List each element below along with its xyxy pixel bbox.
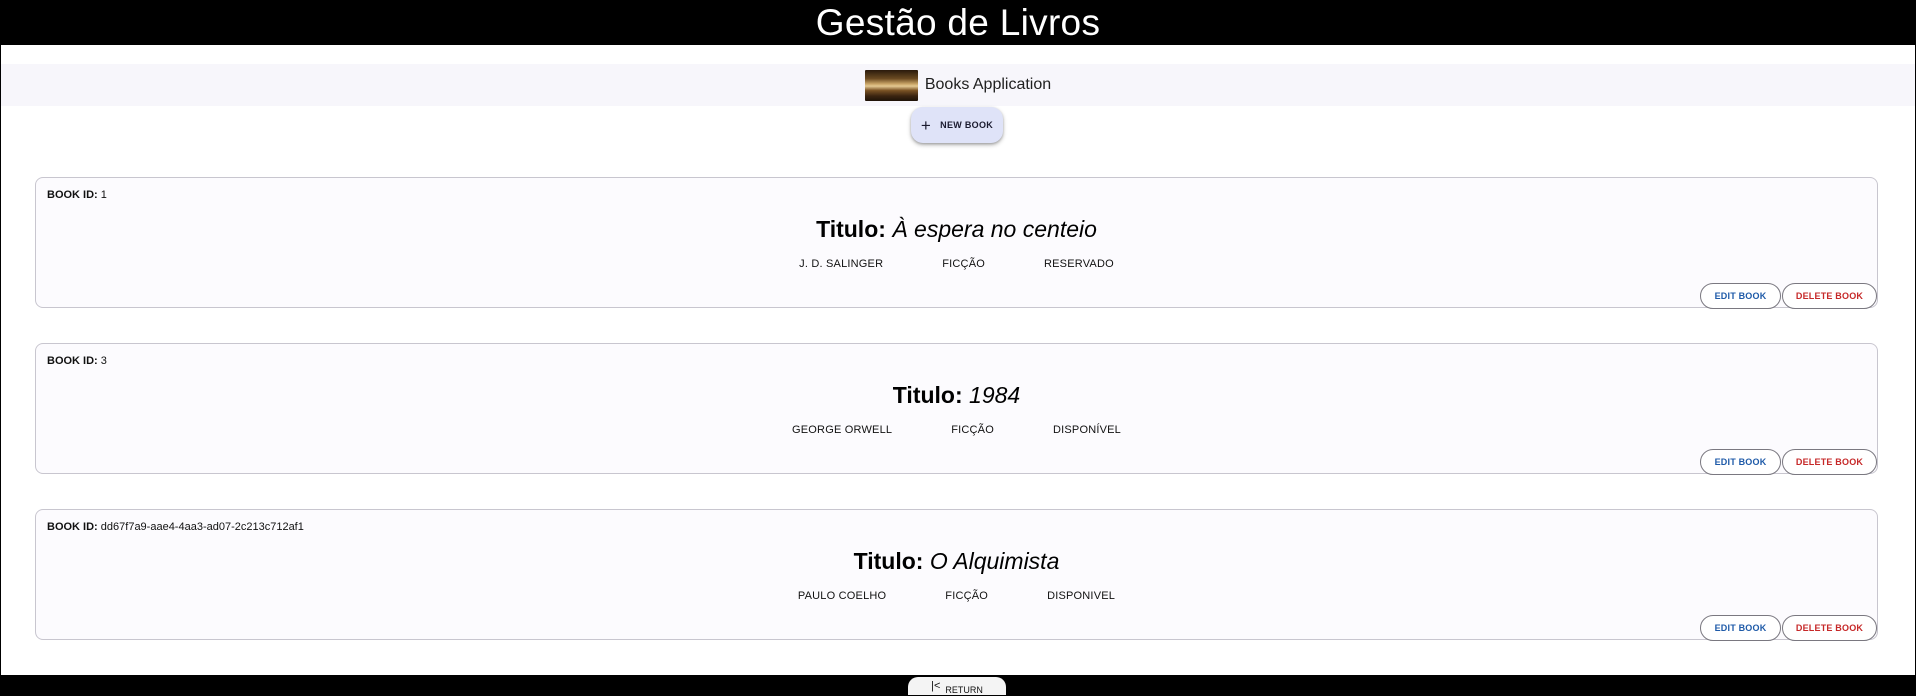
book-genre: FICÇÃO	[945, 590, 989, 602]
book-id-value: dd67f7a9-aae4-4aa3-ad07-2c213c712af1	[100, 521, 304, 533]
page-header: Gestão de Livros	[1, 1, 1915, 45]
book-title: Titulo: À espera no centeio	[36, 216, 1877, 243]
brand-name: Books Application	[924, 76, 1052, 93]
book-title: Titulo: O Alquimista	[36, 548, 1877, 575]
book-title-value: O Alquimista	[929, 548, 1060, 574]
edit-book-button[interactable]: EDIT BOOK	[1700, 449, 1781, 475]
book-actions: EDIT BOOK DELETE BOOK	[1700, 283, 1877, 309]
book-title-value: 1984	[969, 382, 1021, 408]
book-author: GEORGE ORWELL	[792, 424, 893, 436]
book-title-label: Titulo:	[853, 548, 924, 574]
book-id-value: 3	[100, 355, 107, 367]
book-genre: FICÇÃO	[951, 424, 994, 436]
page-title: Gestão de Livros	[815, 2, 1101, 43]
return-label: RETURN	[945, 685, 983, 695]
brand-bar: Books Application	[1, 64, 1915, 106]
book-meta: GEORGE ORWELL FICÇÃO DISPONÍVEL	[36, 424, 1877, 436]
new-book-button[interactable]: + NEW BOOK	[911, 107, 1003, 143]
book-title-value: À espera no centeio	[892, 216, 1097, 242]
edit-book-button[interactable]: EDIT BOOK	[1700, 283, 1781, 309]
book-actions: EDIT BOOK DELETE BOOK	[1700, 449, 1877, 475]
book-card: BOOK ID: dd67f7a9-aae4-4aa3-ad07-2c213c7…	[35, 509, 1878, 641]
book-id-label: BOOK ID:	[47, 521, 98, 533]
first-page-icon: |<	[931, 680, 941, 692]
book-genre: FICÇÃO	[942, 258, 985, 270]
book-id-value: 1	[100, 189, 107, 201]
book-status: DISPONIVEL	[1047, 590, 1116, 602]
delete-book-button[interactable]: DELETE BOOK	[1782, 283, 1877, 309]
book-title-label: Titulo:	[892, 382, 963, 408]
bookshelf-logo-image	[864, 69, 918, 101]
plus-icon: +	[920, 115, 932, 135]
book-title: Titulo: 1984	[36, 382, 1877, 409]
book-author: J. D. SALINGER	[799, 258, 884, 270]
book-id-label: BOOK ID:	[47, 189, 98, 201]
book-status: RESERVADO	[1044, 258, 1114, 270]
delete-book-button[interactable]: DELETE BOOK	[1782, 449, 1877, 475]
book-card: BOOK ID: 3 Titulo: 1984 GEORGE ORWELL FI…	[35, 343, 1878, 475]
book-card: BOOK ID: 1 Titulo: À espera no centeio J…	[35, 177, 1878, 309]
book-id-label: BOOK ID:	[47, 355, 98, 367]
book-meta: J. D. SALINGER FICÇÃO RESERVADO	[36, 258, 1877, 270]
book-id: BOOK ID: 3	[47, 355, 107, 367]
return-button[interactable]: |< RETURN	[908, 677, 1006, 695]
book-actions: EDIT BOOK DELETE BOOK	[1700, 615, 1877, 641]
book-meta: PAULO COELHO FICÇÃO DISPONIVEL	[36, 590, 1877, 602]
book-id: BOOK ID: dd67f7a9-aae4-4aa3-ad07-2c213c7…	[47, 521, 304, 533]
book-id: BOOK ID: 1	[47, 189, 107, 201]
book-status: DISPONÍVEL	[1052, 424, 1121, 436]
new-book-label: NEW BOOK	[940, 120, 994, 130]
edit-book-button[interactable]: EDIT BOOK	[1700, 615, 1781, 641]
delete-book-button[interactable]: DELETE BOOK	[1782, 615, 1877, 641]
book-author: PAULO COELHO	[797, 590, 887, 602]
app-window: Gestão de Livros Books Application + NEW…	[0, 0, 1916, 696]
book-title-label: Titulo:	[816, 216, 886, 242]
